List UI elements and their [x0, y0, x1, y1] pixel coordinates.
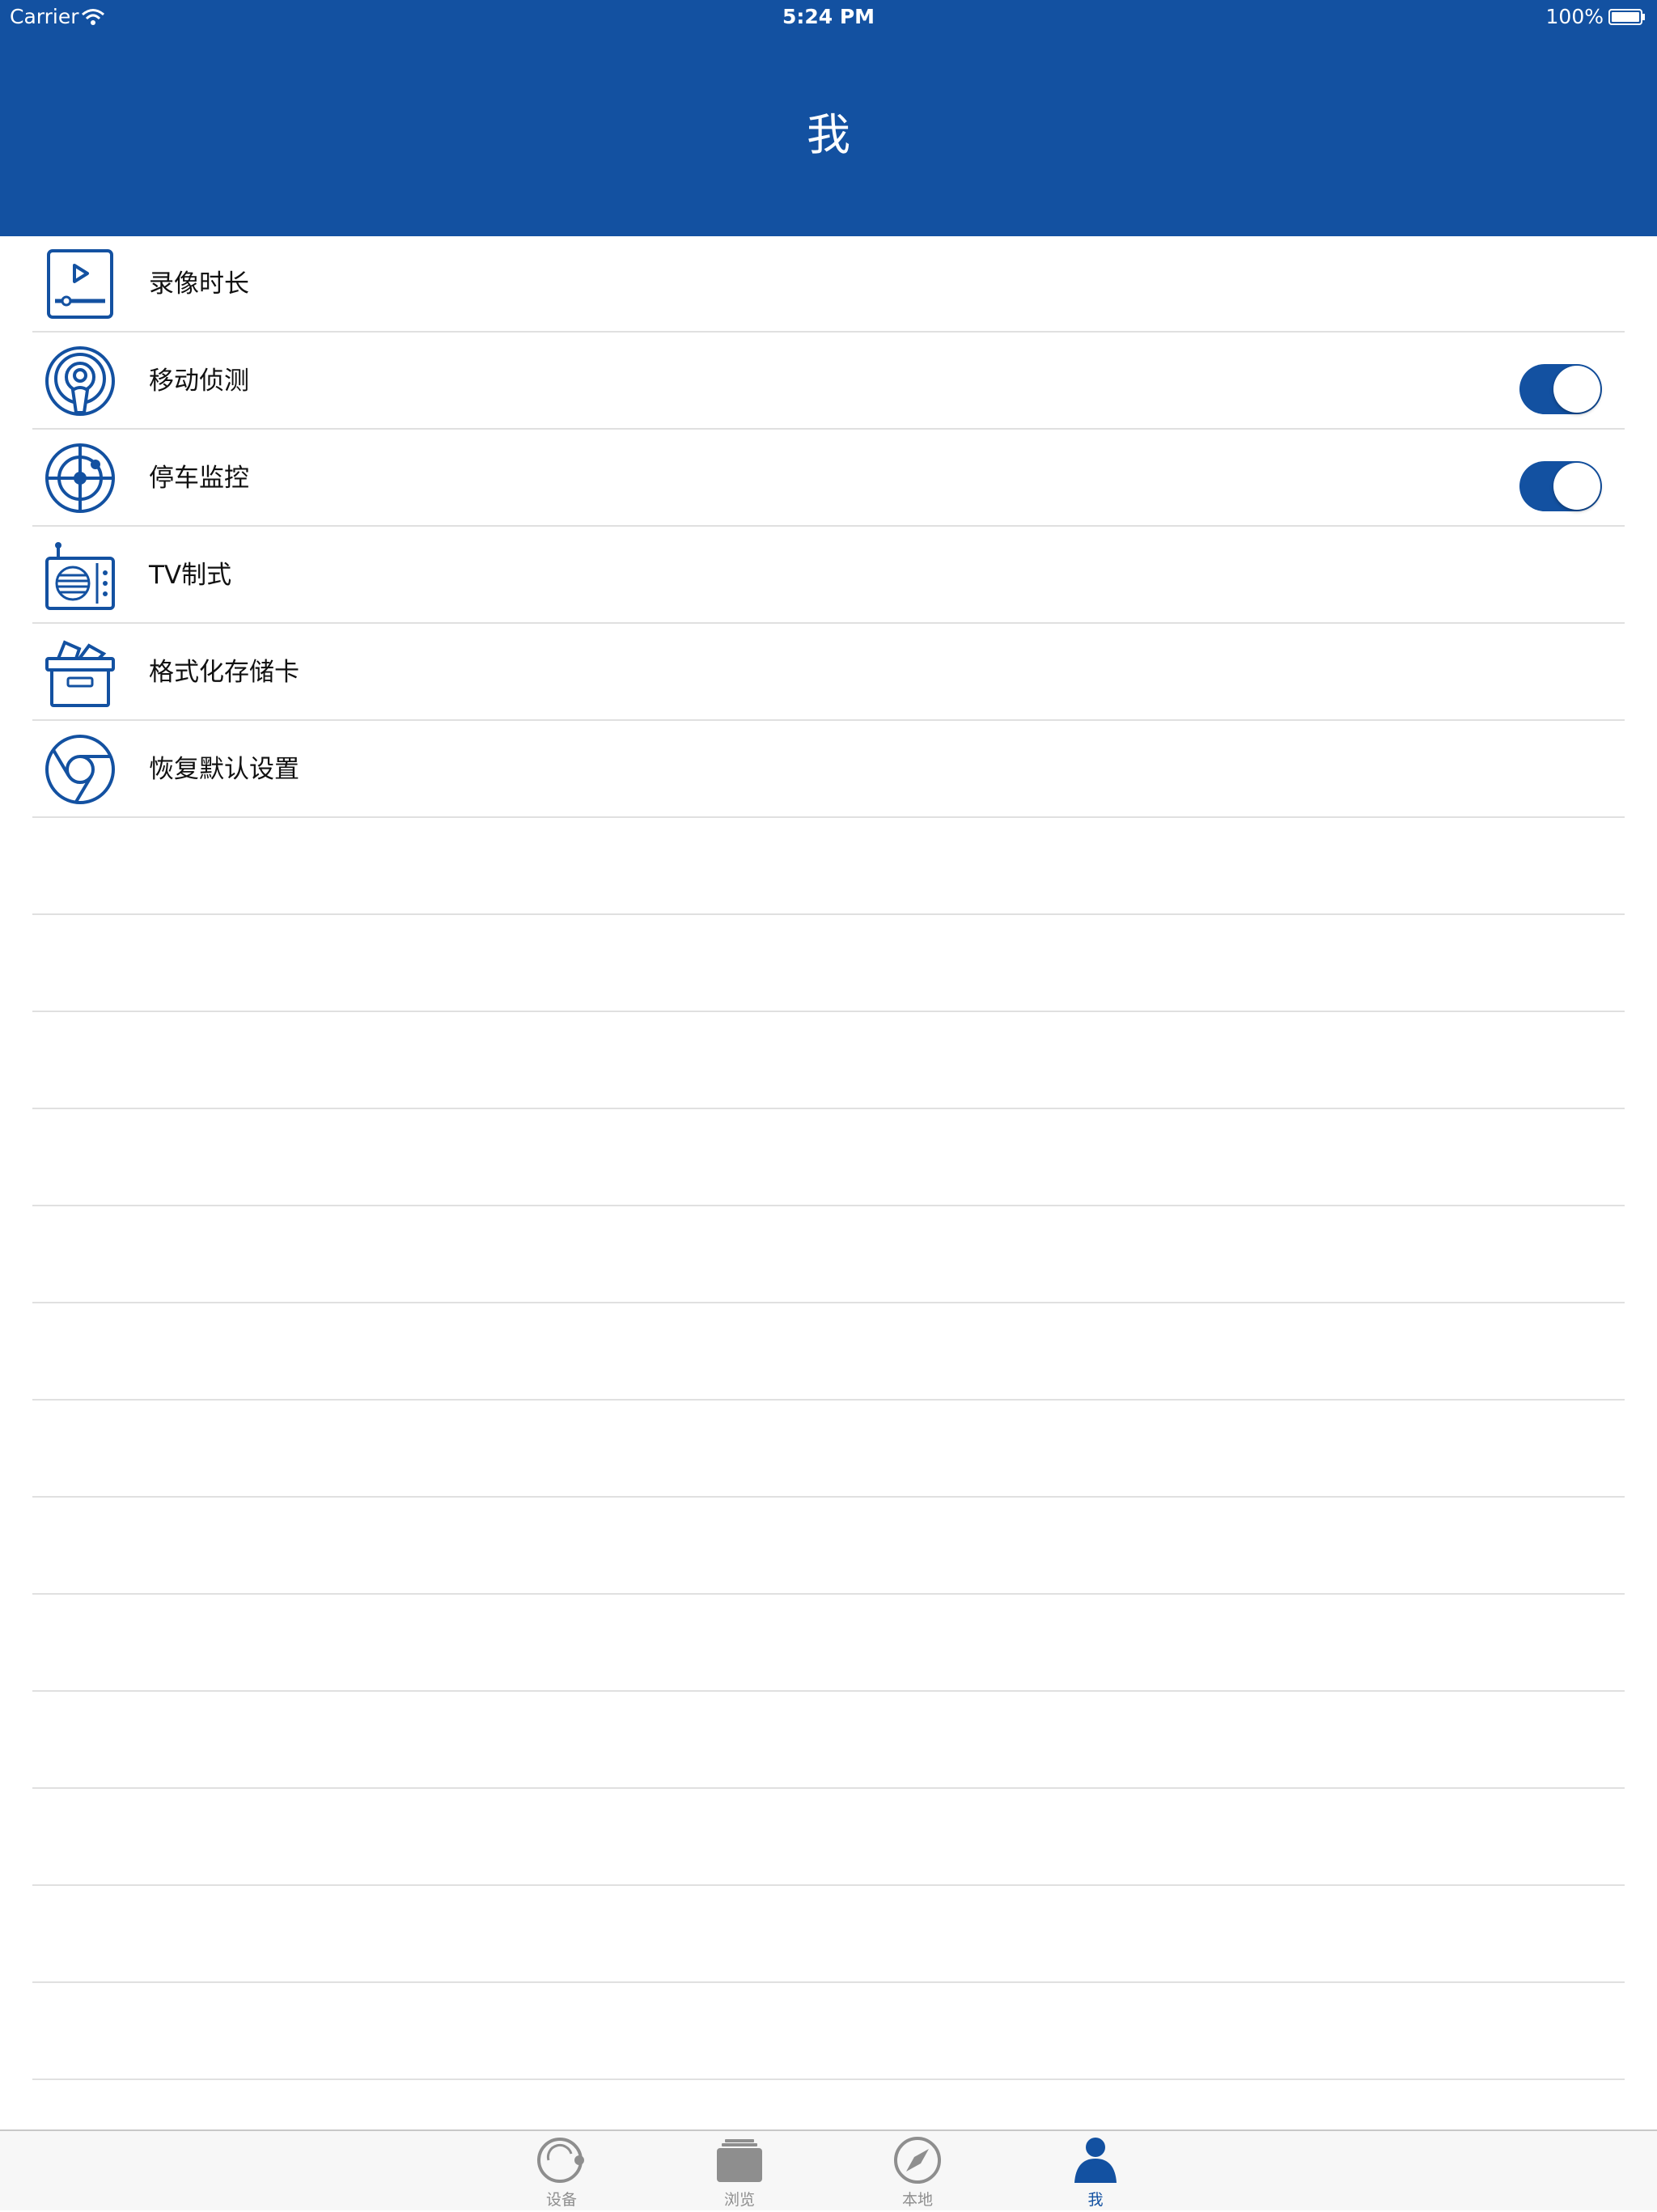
empty-row: [32, 916, 1625, 1012]
setting-parking-monitor[interactable]: 停车监控: [32, 430, 1625, 527]
page-title: 我: [807, 109, 850, 160]
empty-row: [32, 1790, 1625, 1886]
setting-label: 停车监控: [149, 464, 249, 493]
empty-row: [32, 1887, 1625, 1983]
battery-icon: [1608, 9, 1645, 25]
reset-chrome-icon: [45, 735, 115, 804]
setting-format-card[interactable]: 格式化存储卡: [32, 625, 1625, 721]
setting-label: 格式化存储卡: [149, 658, 299, 687]
video-play-icon: [47, 249, 113, 319]
person-icon: [1074, 2138, 1117, 2183]
tab-label: 设备: [545, 2191, 577, 2209]
radar-target-icon: [45, 443, 115, 513]
empty-row: [32, 1013, 1625, 1109]
motion-sensor-icon: [45, 346, 115, 416]
setting-motion-detection[interactable]: 移动侦测: [32, 333, 1625, 430]
status-bar: Carrier 5:24 PM 100%: [0, 0, 1657, 32]
compass-icon: [894, 2137, 941, 2184]
setting-factory-reset[interactable]: 恢复默认设置: [32, 722, 1625, 818]
empty-row: [32, 1498, 1625, 1595]
setting-tv-format[interactable]: TV制式: [32, 528, 1625, 624]
parking-monitor-toggle[interactable]: [1519, 461, 1602, 511]
tab-me[interactable]: 我: [1047, 2131, 1144, 2212]
battery-percent: 100%: [1545, 5, 1604, 28]
storage-box-icon: [45, 640, 115, 707]
empty-row: [32, 1984, 1625, 2080]
empty-row: [32, 1401, 1625, 1498]
tab-device[interactable]: 设备: [513, 2131, 610, 2212]
setting-label: TV制式: [149, 561, 232, 590]
nav-header: Carrier 5:24 PM 100% 我: [0, 0, 1657, 236]
device-icon: [537, 2138, 584, 2183]
motion-detection-toggle[interactable]: [1519, 364, 1602, 414]
setting-record-duration[interactable]: 录像时长: [32, 236, 1625, 333]
tab-browse[interactable]: 浏览: [691, 2131, 788, 2212]
tab-local[interactable]: 本地: [869, 2131, 966, 2212]
empty-row: [32, 1595, 1625, 1692]
tab-label: 浏览: [723, 2191, 755, 2209]
empty-row: [32, 1304, 1625, 1401]
tab-label: 我: [1087, 2191, 1104, 2209]
setting-label: 录像时长: [149, 269, 249, 299]
status-time: 5:24 PM: [782, 5, 875, 28]
empty-row: [32, 1693, 1625, 1789]
tv-radio-icon: [45, 542, 115, 610]
empty-row: [32, 1207, 1625, 1303]
tab-bar: 设备 浏览 本地 我: [0, 2129, 1657, 2210]
setting-label: 恢复默认设置: [149, 755, 299, 784]
empty-row: [32, 1110, 1625, 1206]
empty-row: [32, 819, 1625, 915]
toggle-knob: [1553, 463, 1600, 510]
browse-icon: [717, 2139, 762, 2182]
setting-label: 移动侦测: [149, 367, 249, 396]
toggle-knob: [1553, 366, 1600, 413]
tab-label: 本地: [901, 2191, 933, 2209]
